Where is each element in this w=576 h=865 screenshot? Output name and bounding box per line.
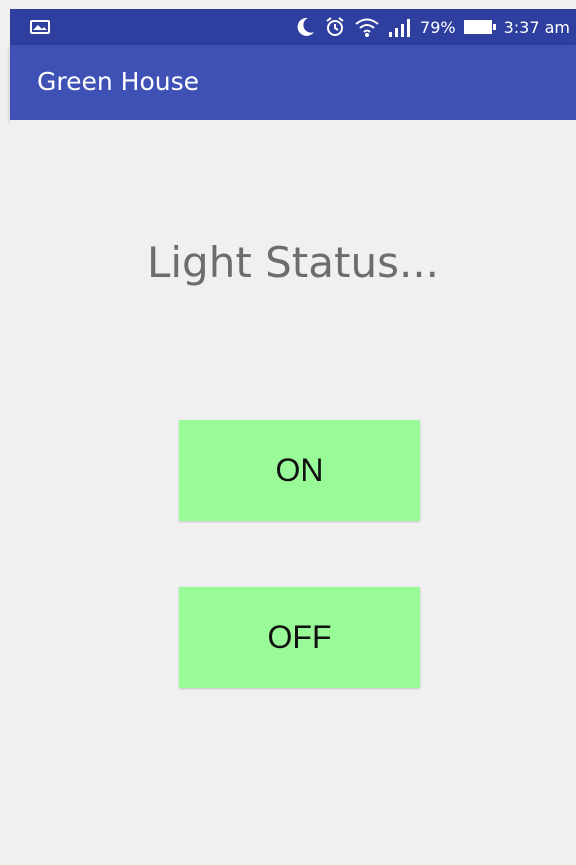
light-status-heading: Light Status... [146, 238, 440, 287]
battery-icon [463, 20, 496, 34]
wifi-icon [354, 16, 380, 38]
status-time: 3:37 am [503, 17, 570, 37]
app-bar: Green House [10, 45, 576, 120]
app-title: Green House [37, 67, 199, 96]
battery-percent: 79% [420, 17, 456, 37]
signal-icon [388, 16, 412, 38]
off-button[interactable]: OFF [179, 587, 420, 688]
alarm-icon [324, 16, 346, 38]
status-bar: 79% 3:37 am [10, 9, 576, 45]
on-button[interactable]: ON [179, 420, 420, 521]
moon-icon [294, 16, 316, 38]
image-icon [30, 20, 50, 34]
main-content: Light Status... ON OFF [10, 120, 576, 865]
status-icons: 79% 3:37 am [294, 9, 570, 45]
